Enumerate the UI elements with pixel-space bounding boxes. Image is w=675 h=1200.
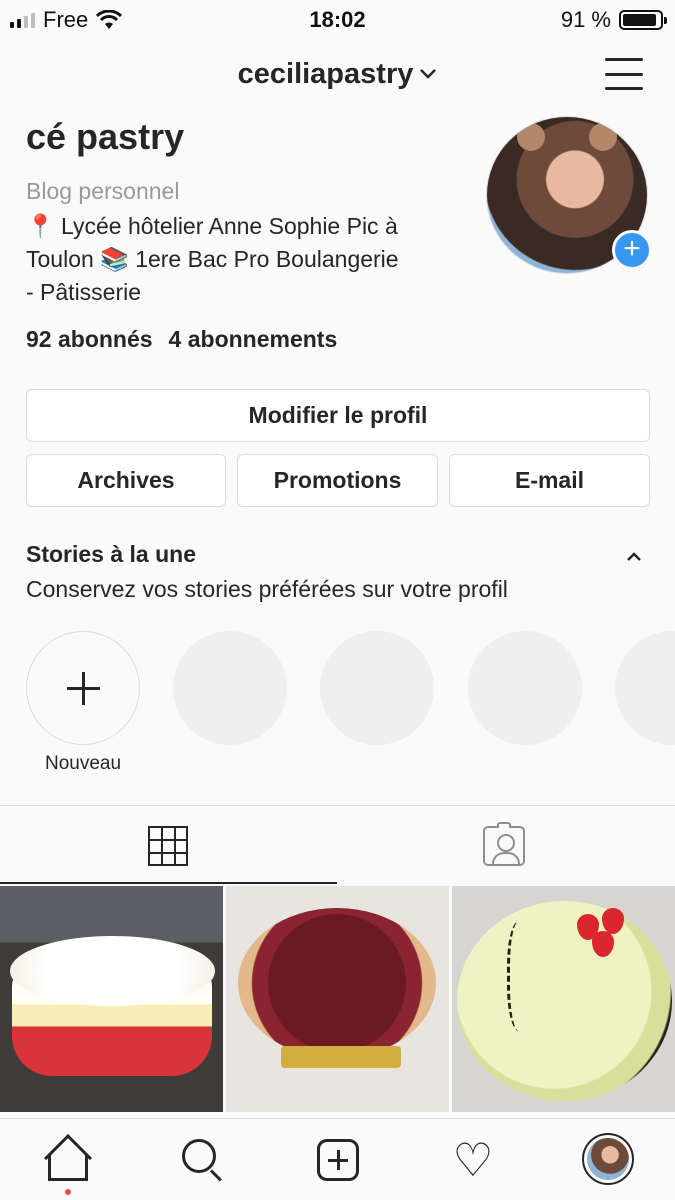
home-icon[interactable] (43, 1133, 94, 1195)
chevron-up-icon[interactable] (626, 543, 642, 569)
search-icon[interactable] (178, 1137, 228, 1183)
post-thumbnail[interactable] (226, 886, 449, 1112)
display-name: cé pastry (26, 116, 185, 157)
notification-dot (65, 1189, 71, 1195)
heart-icon[interactable]: ♡ (448, 1137, 498, 1183)
tab-grid[interactable] (0, 806, 337, 886)
new-post-icon[interactable] (314, 1137, 364, 1183)
new-highlight-button[interactable] (26, 631, 140, 745)
post-thumbnail[interactable] (0, 886, 223, 1112)
archives-button[interactable]: Archives (26, 454, 226, 507)
followers-count[interactable]: 92 abonnés (26, 326, 153, 353)
tab-tagged[interactable] (337, 806, 675, 886)
bio-line: - Pâtisserie (26, 279, 142, 305)
status-right: 91 % (560, 7, 667, 33)
battery-icon (619, 10, 667, 30)
profile-tab-avatar[interactable] (582, 1133, 634, 1185)
highlight-placeholder (615, 631, 675, 745)
add-story-icon[interactable]: + (612, 230, 652, 270)
highlight-placeholder (173, 631, 287, 745)
bottom-nav: ♡ (0, 1118, 675, 1200)
profile-category: Blog personnel (26, 178, 180, 204)
edit-profile-button[interactable]: Modifier le profil (26, 389, 650, 442)
hamburger-menu-icon[interactable] (605, 58, 643, 90)
profile-header: ceciliapastry (0, 50, 675, 102)
stories-subtitle: Conservez vos stories préférées sur votr… (26, 576, 508, 602)
following-count[interactable]: 4 abonnements (169, 326, 338, 353)
bio-line: 📍 Lycée hôtelier Anne Sophie Pic à (26, 213, 398, 239)
email-button[interactable]: E-mail (449, 454, 650, 507)
chevron-down-icon (419, 63, 437, 86)
profile-bio: 📍 Lycée hôtelier Anne Sophie Pic à Toulo… (26, 210, 466, 309)
highlight-placeholder (468, 631, 582, 745)
battery-percent: 91 % (560, 7, 611, 32)
promotions-button[interactable]: Promotions (237, 454, 438, 507)
profile-stats: 92 abonnés 4 abonnements (26, 326, 337, 353)
bio-line: Toulon 📚 1ere Bac Pro Boulangerie (26, 246, 399, 272)
username-switcher[interactable]: ceciliapastry (0, 58, 675, 91)
new-highlight-label: Nouveau (44, 753, 122, 774)
stories-title: Stories à la une (26, 541, 197, 567)
highlight-placeholder (320, 631, 434, 745)
grid-icon (148, 826, 188, 866)
username-label: ceciliapastry (237, 58, 414, 90)
post-thumbnail[interactable] (452, 886, 675, 1112)
active-tab-indicator (0, 882, 337, 884)
status-bar: Free 18:02 91 % (0, 0, 675, 38)
tagged-icon (483, 826, 525, 866)
